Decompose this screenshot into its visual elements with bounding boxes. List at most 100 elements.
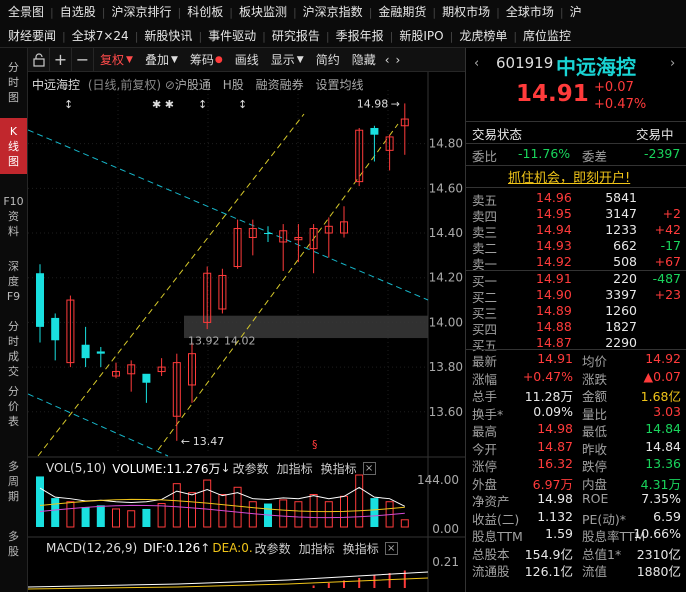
quote-label: 均价 [582, 354, 608, 369]
book-change: +67 [654, 254, 681, 269]
simple-button[interactable]: 简约 [310, 48, 346, 72]
h-share-link[interactable]: H股 [223, 78, 244, 92]
volume-bar [81, 507, 90, 527]
nav-item[interactable]: 沪深京排行 [105, 0, 177, 24]
ma-setting-link[interactable]: 设置均线 [315, 78, 363, 92]
quote-value: 0.09% [533, 403, 573, 419]
nav-item[interactable]: 新股IPO [393, 24, 449, 48]
overlay-button[interactable]: 叠加 ▼ [139, 48, 184, 72]
hk-link[interactable]: ⊘沪股通 [165, 78, 211, 92]
ask-row[interactable]: 卖三 14.94 1233 +42 [466, 222, 686, 240]
kline-chart[interactable]: ↕ ✱ ✱ ↕ ↕ § 14.98 → ← 13.47 13.92 14.02 14.80 14.60 1… [28, 72, 465, 592]
macd-add-indicator[interactable]: 加指标 [299, 540, 335, 557]
sidebar-tab[interactable]: F10 资料 [0, 188, 27, 246]
scroll-left-icon[interactable]: ‹ [474, 56, 479, 71]
macd-switch-indicator[interactable]: 换指标 [343, 540, 379, 557]
bid-row[interactable]: 买二 14.90 3397 +23 [466, 287, 686, 305]
mid-price-label: 14.02 [224, 334, 256, 347]
bid-row[interactable]: 买四 14.88 1827 [466, 319, 686, 337]
volume-bar [66, 501, 75, 528]
price-tick-label: 13.80 [429, 360, 463, 374]
sidebar-tab[interactable]: 多股 [0, 523, 27, 577]
book-volume: 5841 [605, 190, 637, 205]
nav-item[interactable]: 科创板 [181, 0, 229, 24]
chevron-right-icon[interactable]: › [393, 48, 404, 72]
zoom-in-icon[interactable]: + [50, 47, 72, 72]
zoom-out-icon[interactable]: − [72, 47, 94, 72]
candle-body [81, 344, 90, 359]
quote-value: +0.47% [522, 368, 573, 384]
vol-param[interactable]: VOL(5,10) [46, 461, 106, 475]
hide-button[interactable]: 隐藏 [346, 48, 382, 72]
ask-row[interactable]: 卖二 14.93 662 -17 [466, 238, 686, 256]
quote-row: 涨停 16.32 跌停 13.36 [466, 456, 686, 474]
quote-label: ROE [582, 491, 609, 506]
nav-item[interactable]: 季报年报 [330, 24, 390, 48]
nav-item[interactable]: 龙虎榜单 [453, 24, 513, 48]
lock-icon[interactable] [28, 47, 50, 72]
display-button[interactable]: 显示 ▼ [265, 48, 310, 72]
quote-label: 跌停 [582, 459, 608, 474]
nav-item[interactable]: 期权市场 [436, 0, 496, 24]
ask-row[interactable]: 卖五 14.96 5841 [466, 190, 686, 208]
book-price: 14.89 [536, 303, 572, 318]
sidebar-tab[interactable]: 分时图 [0, 54, 27, 108]
restore-rights-button[interactable]: 复权 ▼ [94, 48, 139, 72]
book-price: 14.91 [536, 271, 572, 286]
close-icon[interactable]: × [384, 541, 398, 555]
ask-row[interactable]: 卖一 14.92 508 +67 [466, 254, 686, 272]
vol-add-indicator[interactable]: 加指标 [277, 460, 313, 477]
chevron-left-icon[interactable]: ‹ [382, 48, 393, 72]
nav-item[interactable]: 席位监控 [517, 24, 577, 48]
nav-item[interactable]: 全球7×24 [66, 24, 135, 48]
sidebar-tab[interactable]: K线图 [0, 118, 27, 174]
close-icon[interactable]: × [362, 461, 376, 475]
vol-ybottom: 0.00 [432, 522, 459, 536]
quote-value: 14.91 [537, 351, 573, 366]
vol-change-params[interactable]: 改参数 [233, 460, 269, 477]
nav-item[interactable]: 财经要闻 [0, 24, 62, 48]
book-change: +23 [654, 287, 681, 302]
nav-item[interactable]: 沪深京指数 [297, 0, 369, 24]
nav-item[interactable]: 全景图 [0, 0, 50, 24]
quote-value: 14.87 [537, 438, 573, 454]
quote-label: 股息TTM [472, 529, 523, 544]
nav-item[interactable]: 板块监测 [233, 0, 293, 24]
ask-row[interactable]: 卖四 14.95 3147 +2 [466, 206, 686, 224]
weibi-row: 委比 -11.76% 委差 -2397 [466, 146, 686, 164]
bid-row[interactable]: 买三 14.89 1260 [466, 303, 686, 321]
arrow-left-icon: ← [181, 435, 190, 448]
sidebar-tab[interactable]: 多周期 [0, 453, 27, 507]
candle-body [370, 127, 379, 135]
chevron-down-icon: ▼ [126, 54, 133, 65]
sidebar-tab[interactable]: 分价表 [0, 378, 27, 432]
nav-item[interactable]: 全球市场 [500, 0, 560, 24]
bid-row[interactable]: 买一 14.91 220 -487 [466, 271, 686, 289]
quote-value: ▲0.07 [643, 368, 681, 384]
nav-item[interactable]: 事件驱动 [202, 24, 262, 48]
vol-switch-indicator[interactable]: 换指标 [321, 460, 357, 477]
vol-header: VOL(5,10) VOLUME:11.276万 ↓ 改参数 加指标 换指标 × [28, 458, 428, 478]
quote-label: 涨跌 [582, 371, 608, 387]
nav-item[interactable]: 金融期货 [372, 0, 432, 24]
macd-param[interactable]: MACD(12,26,9) [46, 541, 137, 555]
nav-item[interactable]: 研究报告 [266, 24, 326, 48]
nav-item[interactable]: 新股快讯 [138, 24, 198, 48]
restore-label: 复权 [100, 53, 125, 67]
stock-name-label: 中远海控 [32, 78, 81, 92]
quote-label: 净资产 [472, 494, 510, 509]
promo-link[interactable]: 抓住机会，即刻开户! [508, 167, 630, 186]
scroll-right-icon[interactable]: › [670, 56, 675, 71]
chips-button[interactable]: 筹码 ● [184, 48, 229, 72]
margin-link[interactable]: 融资融券 [256, 78, 304, 92]
nav-item[interactable]: 自选股 [54, 0, 102, 24]
nav-item[interactable]: 沪 [564, 0, 588, 24]
quote-label: 涨幅 [472, 371, 498, 387]
quote-row: 外盘 6.97万 内盘 4.31万 [466, 474, 686, 492]
draw-line-button[interactable]: 画线 [229, 48, 265, 72]
book-volume: 1233 [605, 222, 637, 237]
macd-change-params[interactable]: 改参数 [255, 540, 291, 557]
sidebar-tab[interactable]: 分时成交 [0, 313, 27, 378]
macd-dif-line [28, 571, 429, 588]
sidebar-tab[interactable]: 深度 F9 [0, 253, 27, 307]
